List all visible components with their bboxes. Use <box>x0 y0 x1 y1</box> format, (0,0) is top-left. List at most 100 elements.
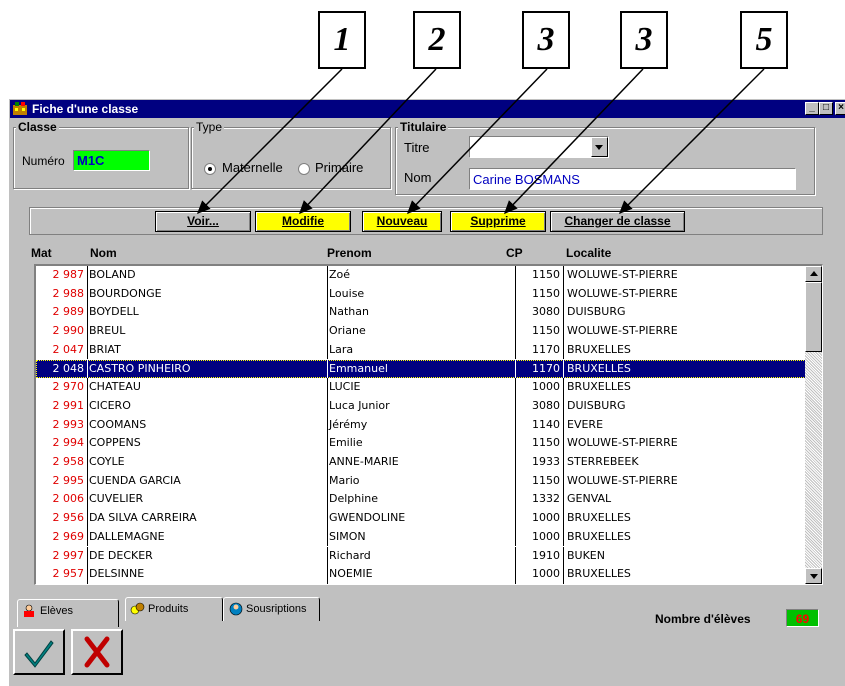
table-row[interactable]: 2 969 DALLEMAGNE SIMON 1000 BRUXELLES <box>36 527 806 547</box>
table-row[interactable]: 2 993 COOMANS Jérémy 1140 EVERE <box>36 415 806 435</box>
title-bar[interactable]: Fiche d'une classe _ □ × <box>10 100 845 118</box>
voir-button[interactable]: Voir... <box>155 211 251 232</box>
radio-primaire[interactable] <box>298 163 310 175</box>
cell-cp: 1150 <box>516 471 564 491</box>
table-row[interactable]: 2 989 BOYDELL Nathan 3080 DUISBURG <box>36 303 806 323</box>
nouveau-button[interactable]: Nouveau <box>362 211 442 232</box>
cell-localite: EVERE <box>567 417 604 431</box>
header-localite[interactable]: Localite <box>566 246 611 260</box>
ok-button[interactable] <box>13 629 65 675</box>
table-row[interactable]: 2 991 CICERO Luca Junior 3080 DUISBURG <box>36 396 806 416</box>
cancel-button[interactable] <box>71 629 123 675</box>
callout-3a: 3 <box>522 11 570 69</box>
cell-mat: 2 997 <box>36 546 88 566</box>
titulaire-group: Titulaire Titre Nom Carine BOSMANS <box>395 120 815 195</box>
cell-prenom: Lara <box>328 340 516 360</box>
minimize-icon: _ <box>809 102 815 113</box>
titulaire-legend: Titulaire <box>398 120 449 134</box>
cell-cp: 3080 <box>516 396 564 416</box>
cell-localite: BRUXELLES <box>567 511 631 525</box>
cross-icon <box>84 636 110 668</box>
table-row[interactable]: 2 990 BREUL Oriane 1150 WOLUWE-ST-PIERRE <box>36 322 806 341</box>
table-row[interactable]: 2 956 DA SILVA CARREIRA GWENDOLINE 1000 BRUX… <box>36 509 806 528</box>
close-button[interactable]: × <box>835 102 845 115</box>
cell-localite: STERREBEEK <box>567 455 639 468</box>
cell-mat: 2 048 <box>36 359 88 379</box>
cell-nom: DA SILVA CARREIRA <box>88 509 328 528</box>
cell-localite: DUISBURG <box>567 398 626 412</box>
modifie-button[interactable]: Modifie <box>255 211 351 232</box>
table-row[interactable]: 2 994 COPPENS Emilie 1150 WOLUWE-ST-PIERRE <box>36 434 806 453</box>
nom-label: Nom <box>404 170 432 185</box>
cell-localite: WOLUWE-ST-PIERRE <box>567 268 678 281</box>
table-row[interactable]: 2 047 BRIAT Lara 1170 BRUXELLES <box>36 340 806 360</box>
table-row[interactable]: 2 048 CASTRO PINHEIRO Emmanuel 1170 BRUXELLE… <box>36 359 806 379</box>
supprime-button[interactable]: Supprime <box>450 211 546 232</box>
subscriptions-icon <box>229 602 243 616</box>
products-icon <box>130 602 145 615</box>
table-row[interactable]: 2 958 COYLE ANNE-MARIE 1933 STERREBEEK <box>36 453 806 472</box>
table-row[interactable]: 2 988 BOURDONGE Louise 1150 WOLUWE-ST-PIERRE <box>36 284 806 304</box>
header-mat[interactable]: Mat <box>31 246 52 260</box>
tab-sousriptions[interactable]: Sousriptions <box>223 597 320 621</box>
cell-mat: 2 956 <box>36 509 88 528</box>
cell-localite: WOLUWE-ST-PIERRE <box>567 436 678 450</box>
cell-nom: CUVELIER <box>88 490 328 510</box>
cell-cp: 1000 <box>516 527 564 547</box>
scroll-up-button[interactable] <box>805 266 822 282</box>
header-prenom[interactable]: Prenom <box>327 246 372 260</box>
titre-select[interactable] <box>469 136 609 158</box>
cell-mat: 2 994 <box>36 434 88 453</box>
scroll-down-button[interactable] <box>805 568 822 584</box>
tab-produits-label: Produits <box>148 603 189 615</box>
maternelle-label[interactable]: Maternelle <box>222 160 283 175</box>
students-icon <box>24 604 34 617</box>
changer-classe-button[interactable]: Changer de classe <box>550 211 685 232</box>
cell-prenom: GWENDOLINE <box>328 509 516 528</box>
callout-2: 2 <box>413 11 461 69</box>
maximize-button[interactable]: □ <box>819 102 833 115</box>
nom-field[interactable]: Carine BOSMANS <box>469 168 796 190</box>
maximize-icon: □ <box>822 102 830 113</box>
cell-nom: DELSINNE <box>88 565 328 584</box>
cell-prenom: Nathan <box>328 303 516 323</box>
titre-dropdown-button[interactable] <box>591 137 608 157</box>
cell-cp: 1150 <box>516 284 564 304</box>
tab-produits[interactable]: Produits <box>125 597 223 621</box>
cell-prenom: Luca Junior <box>328 396 516 416</box>
tab-eleves[interactable]: Elèves <box>17 599 119 627</box>
table-row[interactable]: 2 995 CUENDA GARCIA Mario 1150 WOLUWE-ST-PIE… <box>36 471 806 491</box>
cell-mat: 2 957 <box>36 565 88 584</box>
cell-cp: 1170 <box>516 340 564 360</box>
cell-nom: CICERO <box>88 396 328 416</box>
primaire-label[interactable]: Primaire <box>315 160 363 175</box>
vertical-scrollbar[interactable] <box>805 266 822 584</box>
cell-prenom: Jérémy <box>328 415 516 435</box>
cell-mat: 2 958 <box>36 453 88 472</box>
tab-sousriptions-label: Sousriptions <box>246 603 307 615</box>
header-nom[interactable]: Nom <box>90 246 117 260</box>
cell-localite: WOLUWE-ST-PIERRE <box>567 286 678 300</box>
callout-5: 5 <box>740 11 788 69</box>
radio-maternelle[interactable] <box>204 163 216 175</box>
table-row[interactable]: 2 987 BOLAND Zoé 1150 WOLUWE-ST-PIERRE <box>36 266 806 285</box>
cell-mat: 2 970 <box>36 378 88 397</box>
cell-nom: COOMANS <box>88 415 328 435</box>
cell-cp: 1140 <box>516 415 564 435</box>
minimize-button[interactable]: _ <box>805 102 819 115</box>
table-row[interactable]: 2 006 CUVELIER Delphine 1332 GENVAL <box>36 490 806 510</box>
numero-field[interactable]: M1C <box>73 150 150 171</box>
cell-localite: BUKEN <box>567 548 605 562</box>
header-cp[interactable]: CP <box>506 246 523 260</box>
cell-mat: 2 969 <box>36 527 88 547</box>
cell-nom: BOLAND <box>88 266 328 285</box>
cell-prenom: Richard <box>328 546 516 566</box>
callout-3b: 3 <box>620 11 668 69</box>
table-row[interactable]: 2 997 DE DECKER Richard 1910 BUKEN <box>36 546 806 566</box>
scroll-thumb[interactable] <box>805 282 822 352</box>
students-grid[interactable]: 2 987 BOLAND Zoé 1150 WOLUWE-ST-PIERRE 2 988 B… <box>34 264 823 585</box>
table-row[interactable]: 2 970 CHATEAU LUCIE 1000 BRUXELLES <box>36 378 806 397</box>
cell-cp: 1150 <box>516 322 564 341</box>
app-icon <box>13 102 27 115</box>
table-row[interactable]: 2 957 DELSINNE NOEMIE 1000 BRUXELLES <box>36 565 806 584</box>
